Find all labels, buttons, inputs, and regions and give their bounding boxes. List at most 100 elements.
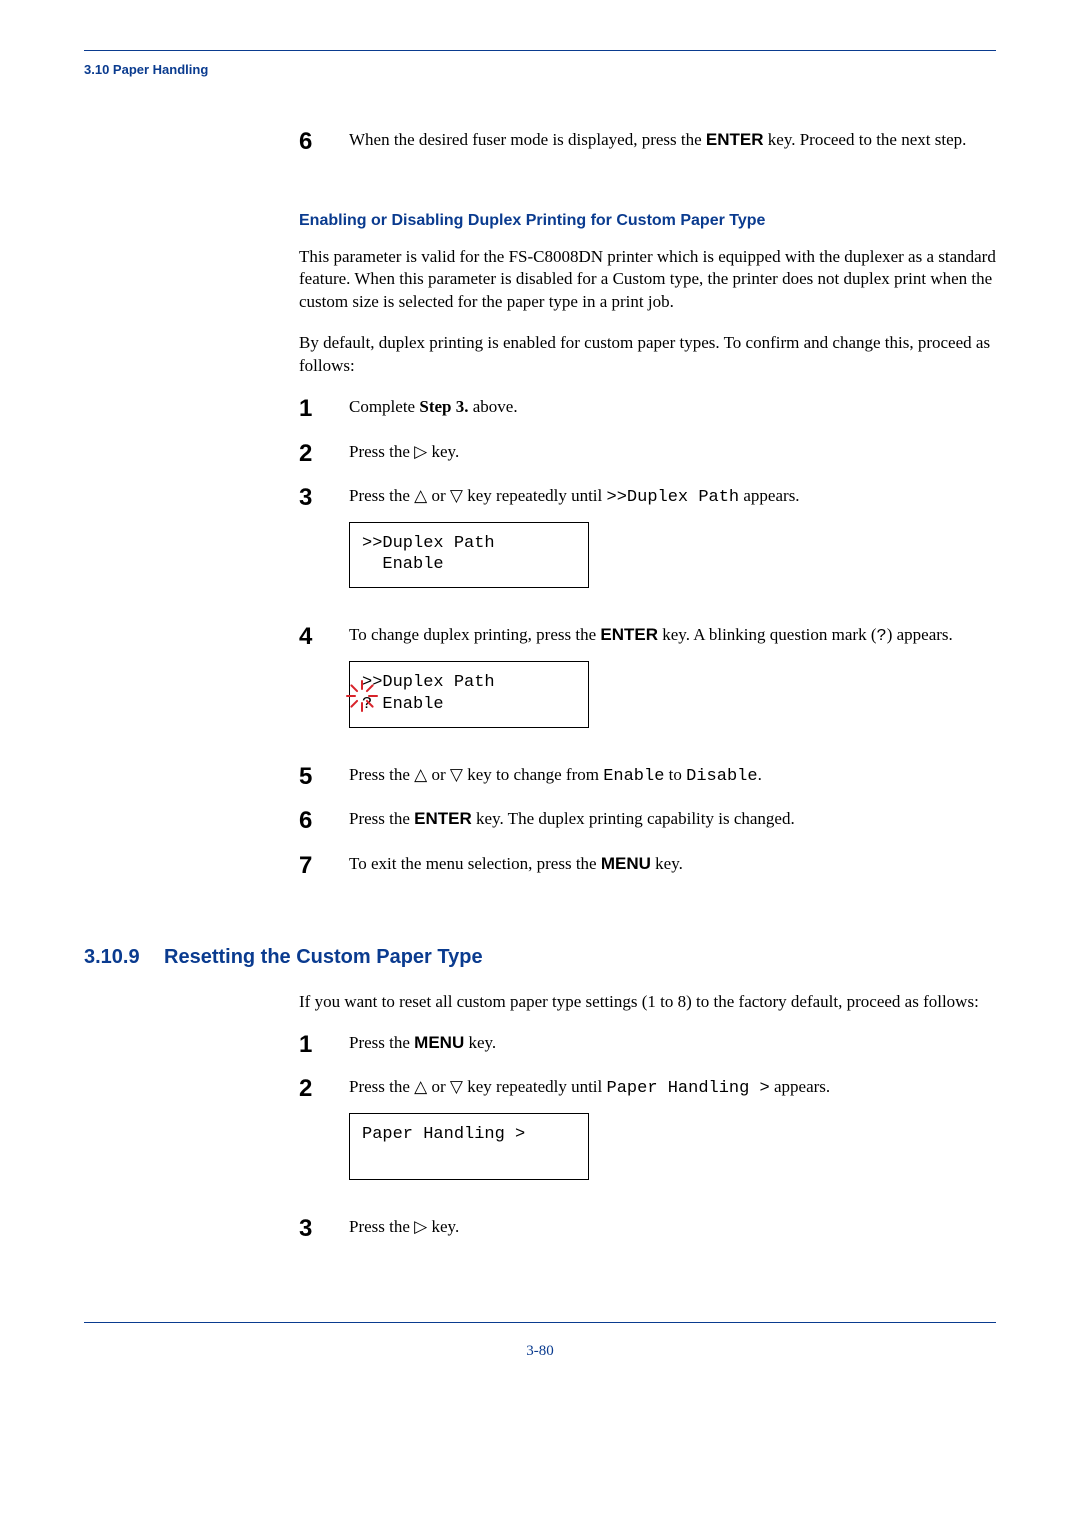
text: key. The duplex printing capability is c…	[472, 809, 795, 828]
text: Press the	[349, 442, 414, 461]
step-row: 3 Press the △ or ▽ key repeatedly until …	[299, 485, 996, 588]
text: Press the	[349, 1033, 414, 1052]
text: or	[427, 486, 450, 505]
text: To exit the menu selection, press the	[349, 854, 601, 873]
step-number: 2	[299, 1076, 349, 1102]
text: key.	[427, 1217, 459, 1236]
text: Press the	[349, 1077, 414, 1096]
step-number: 1	[299, 1032, 349, 1058]
step-row: 3 Press the ▷ key.	[299, 1216, 996, 1242]
step-row: 5 Press the △ or ▽ key to change from En…	[299, 764, 996, 790]
step-row: 6 Press the ENTER key. The duplex printi…	[299, 808, 996, 834]
step-row: 2 Press the ▷ key.	[299, 441, 996, 467]
text: To change duplex printing, press the	[349, 625, 600, 644]
page: 3.10 Paper Handling 6 When the desired f…	[0, 0, 1080, 1401]
step-row: 6 When the desired fuser mode is display…	[299, 129, 996, 155]
step-row: 2 Press the △ or ▽ key repeatedly until …	[299, 1076, 996, 1179]
text: key repeatedly until	[463, 486, 607, 505]
step-row: 7 To exit the menu selection, press the …	[299, 853, 996, 879]
step-body: Press the ▷ key.	[349, 1216, 996, 1239]
lcd-line-1: >>Duplex Path	[362, 533, 576, 554]
text: .	[758, 765, 762, 784]
paragraph: If you want to reset all custom paper ty…	[299, 991, 996, 1014]
text: Press the	[349, 809, 414, 828]
top-rule	[84, 50, 996, 51]
key-name: ENTER	[706, 130, 764, 149]
text: Press the	[349, 765, 414, 784]
text: or	[427, 765, 450, 784]
text: key. Proceed to the next step.	[764, 130, 967, 149]
text: Press the	[349, 1217, 414, 1236]
section-heading: 3.10.9 Resetting the Custom Paper Type	[84, 944, 996, 971]
step-body: Press the △ or ▽ key to change from Enab…	[349, 764, 996, 789]
subheading: Enabling or Disabling Duplex Printing fo…	[299, 210, 996, 232]
lcd-display: Paper Handling >	[349, 1113, 589, 1180]
text: key to change from	[463, 765, 603, 784]
triangle-down-icon: ▽	[450, 486, 463, 505]
step-body: Press the ENTER key. The duplex printing…	[349, 808, 996, 831]
running-head: 3.10 Paper Handling	[84, 61, 996, 79]
triangle-up-icon: △	[414, 765, 427, 784]
text: Complete	[349, 397, 419, 416]
lcd-line-1: >>Duplex Path	[362, 672, 576, 693]
text: to	[664, 765, 686, 784]
key-name: ENTER	[600, 625, 658, 644]
lcd-line-2	[362, 1146, 576, 1167]
step-number: 3	[299, 1216, 349, 1242]
text: above.	[468, 397, 517, 416]
section-title: Resetting the Custom Paper Type	[164, 944, 483, 971]
key-name: MENU	[414, 1033, 464, 1052]
step-number: 2	[299, 441, 349, 467]
page-number: 3-80	[84, 1341, 996, 1361]
step-row: 1 Press the MENU key.	[299, 1032, 996, 1058]
mono-char: ?	[876, 627, 886, 646]
step-number: 4	[299, 624, 349, 650]
lcd-line-1: Paper Handling >	[362, 1124, 576, 1145]
menu-text: Paper Handling >	[607, 1079, 770, 1098]
lcd-line-2: Enable	[362, 554, 576, 575]
bottom-rule	[84, 1322, 996, 1323]
triangle-up-icon: △	[414, 486, 427, 505]
triangle-down-icon: ▽	[450, 1077, 463, 1096]
lcd-line-2: ? Enable	[362, 694, 576, 715]
content-column: If you want to reset all custom paper ty…	[299, 991, 996, 1242]
menu-text: Disable	[686, 767, 757, 786]
step-row: 1 Complete Step 3. above.	[299, 396, 996, 422]
step-number: 7	[299, 853, 349, 879]
menu-text: >>Duplex Path	[607, 488, 740, 507]
step-body: Press the ▷ key.	[349, 441, 996, 464]
text: key. A blinking question mark (	[658, 625, 876, 644]
text: key.	[651, 854, 683, 873]
step-body: To change duplex printing, press the ENT…	[349, 624, 996, 727]
step-body: Press the △ or ▽ key repeatedly until >>…	[349, 485, 996, 588]
step-row: 4 To change duplex printing, press the E…	[299, 624, 996, 727]
key-name: ENTER	[414, 809, 472, 828]
text: ) appears.	[887, 625, 953, 644]
text: Press the	[349, 486, 414, 505]
text: key.	[427, 442, 459, 461]
triangle-down-icon: ▽	[450, 765, 463, 784]
step-body: Complete Step 3. above.	[349, 396, 996, 419]
paragraph: By default, duplex printing is enabled f…	[299, 332, 996, 378]
paragraph: This parameter is valid for the FS-C8008…	[299, 246, 996, 315]
triangle-right-icon: ▷	[414, 442, 427, 461]
step-number: 6	[299, 129, 349, 155]
content-column: 6 When the desired fuser mode is display…	[299, 129, 996, 880]
key-name: MENU	[601, 854, 651, 873]
step-body: Press the MENU key.	[349, 1032, 996, 1055]
triangle-right-icon: ▷	[414, 1217, 427, 1236]
text: key.	[464, 1033, 496, 1052]
step-body: To exit the menu selection, press the ME…	[349, 853, 996, 876]
lcd-display: >>Duplex Path Enable	[349, 522, 589, 589]
bold-text: Step 3.	[419, 397, 468, 416]
step-number: 6	[299, 808, 349, 834]
text: appears.	[739, 486, 799, 505]
section-number: 3.10.9	[84, 944, 164, 971]
step-body: When the desired fuser mode is displayed…	[349, 129, 996, 152]
menu-text: Enable	[603, 767, 664, 786]
text: or	[427, 1077, 450, 1096]
step-number: 3	[299, 485, 349, 511]
lcd-display: >>Duplex Path ? Enable	[349, 661, 589, 728]
step-body: Press the △ or ▽ key repeatedly until Pa…	[349, 1076, 996, 1179]
text: When the desired fuser mode is displayed…	[349, 130, 706, 149]
